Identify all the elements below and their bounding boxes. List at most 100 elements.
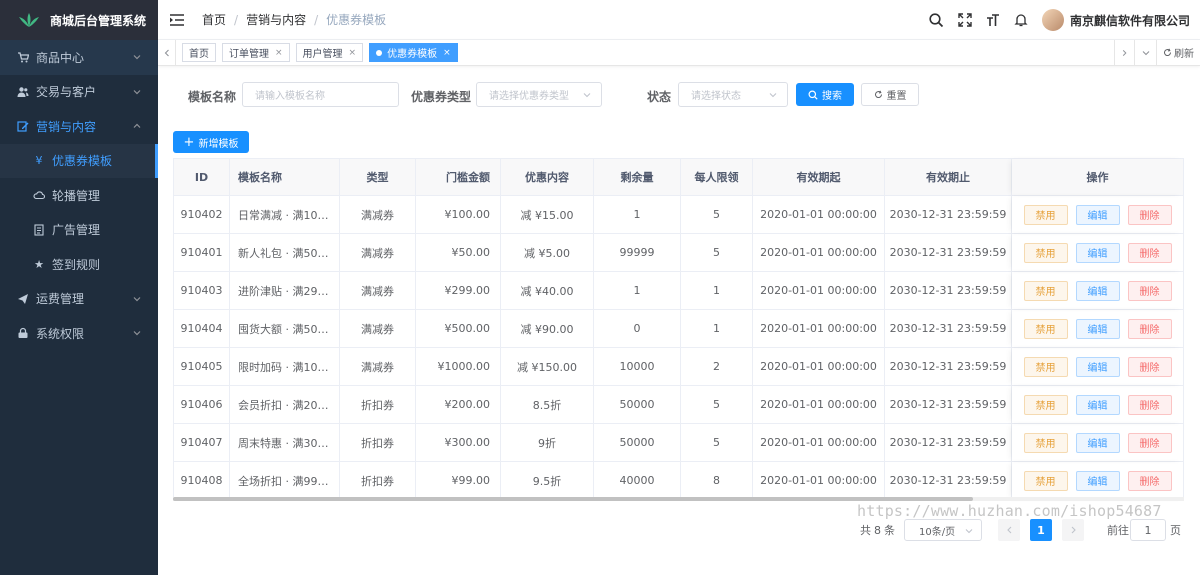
close-icon[interactable]: × [349, 48, 357, 58]
sidebar-item-marketing[interactable]: 营销与内容 [0, 109, 158, 144]
cell-threshold: ¥300.00 [416, 424, 501, 461]
delete-button[interactable]: 删除 [1127, 432, 1172, 453]
col-discount: 优惠内容 [501, 159, 594, 195]
sidebar-item-shipping[interactable]: 运费管理 [0, 282, 158, 317]
coupon-type-select[interactable]: 请选择优惠券类型 [476, 82, 602, 107]
tag-orders[interactable]: 订单管理 × [222, 43, 290, 62]
delete-button[interactable]: 删除 [1127, 318, 1172, 339]
cell-remaining: 1 [594, 272, 681, 309]
tag-coupon-templates[interactable]: 优惠券模板 × [369, 43, 458, 62]
pagination-total: 共 8 条 [860, 519, 895, 541]
edit-button[interactable]: 编辑 [1075, 470, 1120, 491]
delete-button[interactable]: 删除 [1127, 204, 1172, 225]
breadcrumb: 首页 / 营销与内容 / 优惠券模板 [202, 11, 386, 28]
scrollbar-thumb[interactable] [173, 497, 973, 501]
avatar[interactable] [1041, 9, 1064, 31]
tags-list: 首页 订单管理 × 用户管理 × 优惠券模板 × [182, 43, 464, 62]
delete-button[interactable]: 删除 [1127, 394, 1172, 415]
company-name[interactable]: 南京麒信软件有限公司 [1070, 12, 1190, 29]
disable-button[interactable]: 禁用 [1023, 432, 1068, 453]
add-template-button[interactable]: + 新增模板 [173, 131, 249, 153]
tags-scroll-right-icon[interactable] [1114, 40, 1134, 65]
sidebar-subitem-label: 广告管理 [52, 223, 101, 238]
refresh-label: 刷新 [1174, 49, 1194, 60]
delete-button[interactable]: 删除 [1127, 470, 1172, 491]
edit-button[interactable]: 编辑 [1075, 432, 1120, 453]
tag-home[interactable]: 首页 [182, 43, 216, 62]
disable-button[interactable]: 禁用 [1023, 242, 1068, 263]
edit-button[interactable]: 编辑 [1075, 356, 1120, 377]
status-placeholder: 请选择状态 [691, 91, 741, 102]
table-row: 910403 进阶津贴 · 满29… 满减券 ¥299.00 减 ¥40.00 1 1 202… [174, 271, 1183, 309]
sidebar-item-products[interactable]: 商品中心 [0, 40, 158, 75]
edit-button[interactable]: 编辑 [1075, 280, 1120, 301]
reset-button[interactable]: 重置 [861, 83, 919, 106]
search-button[interactable]: 搜索 [796, 83, 854, 106]
sidebar-item-trade-customers[interactable]: 交易与客户 [0, 75, 158, 110]
template-name-input[interactable]: 请输入模板名称 [242, 82, 399, 107]
cell-actions: 禁用 编辑 删除 [1012, 424, 1183, 461]
page-size-select[interactable]: 10条/页 [904, 519, 982, 541]
cell-name: 会员折扣 · 满20… [230, 386, 340, 423]
next-page-button[interactable] [1062, 519, 1084, 541]
sidebar-item-permissions[interactable]: 系统权限 [0, 316, 158, 351]
coupon-type-label: 优惠券类型 [411, 90, 472, 104]
delete-button[interactable]: 删除 [1127, 242, 1172, 263]
close-icon[interactable]: × [443, 48, 451, 58]
col-actions: 操作 [1012, 159, 1183, 195]
fullscreen-icon[interactable] [956, 11, 974, 29]
table-row: 910402 日常满减 · 满10… 满减券 ¥100.00 减 ¥15.00 1 5 202… [174, 195, 1183, 233]
disable-button[interactable]: 禁用 [1023, 356, 1068, 377]
sidebar-subitem-checkin-rules[interactable]: ★ 签到规则 [0, 247, 158, 282]
cell-valid-to: 2030-12-31 23:59:59 [885, 462, 1012, 499]
table-body: 910402 日常满减 · 满10… 满减券 ¥100.00 减 ¥15.00 1 5 202… [174, 195, 1183, 499]
table-row: 910408 全场折扣 · 满99… 折扣券 ¥99.00 9.5折 40000 8 2020… [174, 461, 1183, 499]
logo-area: 商城后台管理系统 [0, 0, 158, 40]
cell-name: 限时加码 · 满10… [230, 348, 340, 385]
edit-button[interactable]: 编辑 [1075, 204, 1120, 225]
delete-button[interactable]: 删除 [1127, 356, 1172, 377]
watermark: https://www.huzhan.com/ishop54687 [857, 502, 1162, 520]
template-name-placeholder: 请输入模板名称 [255, 91, 325, 102]
disable-button[interactable]: 禁用 [1023, 204, 1068, 225]
cell-valid-from: 2020-01-01 00:00:00 [753, 272, 885, 309]
chevron-down-icon [583, 93, 591, 98]
status-select[interactable]: 请选择状态 [678, 82, 788, 107]
sidebar-subitem-ads[interactable]: 广告管理 [0, 213, 158, 248]
goto-page-input[interactable]: 1 [1130, 519, 1166, 541]
tags-dropdown-icon[interactable] [1134, 40, 1156, 65]
star-icon: ★ [34, 257, 44, 271]
logo-icon [19, 13, 39, 27]
chevron-right-icon [1071, 526, 1076, 534]
tags-scroll-left-icon[interactable] [158, 40, 176, 65]
sidebar-subitem-coupon-templates[interactable]: ¥ 优惠券模板 [0, 143, 158, 178]
edit-button[interactable]: 编辑 [1075, 394, 1120, 415]
disable-button[interactable]: 禁用 [1023, 394, 1068, 415]
delete-button[interactable]: 删除 [1127, 280, 1172, 301]
send-icon [16, 292, 30, 306]
breadcrumb-current: 优惠券模板 [326, 13, 387, 27]
menu-fold-icon[interactable] [170, 13, 184, 26]
prev-page-button[interactable] [998, 519, 1020, 541]
coupon-template-table: ID 模板名称 类型 门槛金额 优惠内容 剩余量 每人限领 有效期起 有效期止 … [173, 158, 1184, 499]
disable-button[interactable]: 禁用 [1023, 318, 1068, 339]
page-number-current[interactable]: 1 [1030, 519, 1052, 541]
edit-button[interactable]: 编辑 [1075, 242, 1120, 263]
table-horizontal-scrollbar[interactable] [173, 497, 1184, 501]
tag-label: 订单管理 [229, 49, 269, 60]
tag-users[interactable]: 用户管理 × [295, 43, 364, 62]
font-size-icon[interactable] [984, 11, 1002, 29]
cell-remaining: 99999 [594, 234, 681, 271]
breadcrumb-marketing[interactable]: 营销与内容 [246, 11, 306, 28]
edit-button[interactable]: 编辑 [1075, 318, 1120, 339]
breadcrumb-home[interactable]: 首页 [202, 11, 226, 28]
search-icon[interactable] [928, 11, 946, 29]
active-dot [376, 49, 383, 56]
refresh-button[interactable]: 刷新 [1156, 40, 1200, 65]
coupon-type-placeholder: 请选择优惠券类型 [489, 91, 569, 102]
bell-icon[interactable] [1012, 11, 1030, 29]
sidebar-subitem-carousel[interactable]: 轮播管理 [0, 178, 158, 213]
close-icon[interactable]: × [275, 48, 283, 58]
disable-button[interactable]: 禁用 [1023, 470, 1068, 491]
disable-button[interactable]: 禁用 [1023, 280, 1068, 301]
